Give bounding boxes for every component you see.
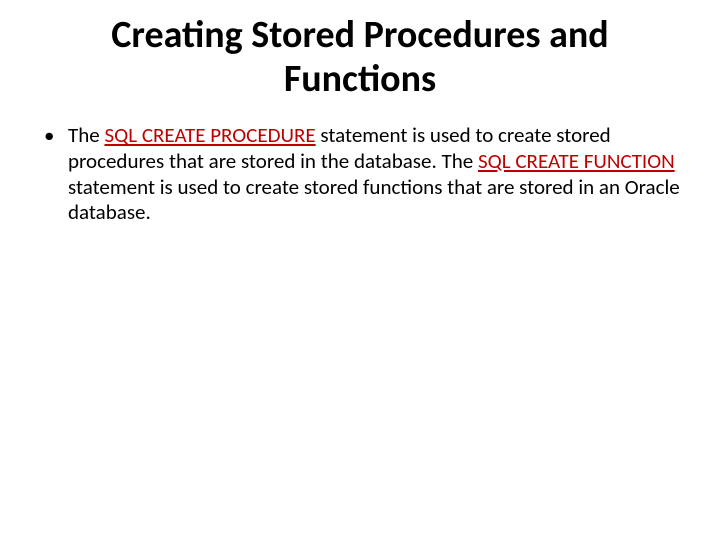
keyword-create-procedure: SQL CREATE PROCEDURE [104,122,315,148]
bullet-text-segment: statement is used to create stored funct… [68,174,680,226]
slide-title: Creating Stored Procedures and Functions [70,14,650,101]
bullet-list: The SQL CREATE PROCEDURE statement is us… [38,123,690,225]
slide-body: The SQL CREATE PROCEDURE statement is us… [30,123,690,225]
keyword-create-function: SQL CREATE FUNCTION [478,148,675,174]
bullet-item: The SQL CREATE PROCEDURE statement is us… [38,123,690,225]
bullet-text-segment: The [68,122,104,148]
slide: Creating Stored Procedures and Functions… [0,0,720,540]
